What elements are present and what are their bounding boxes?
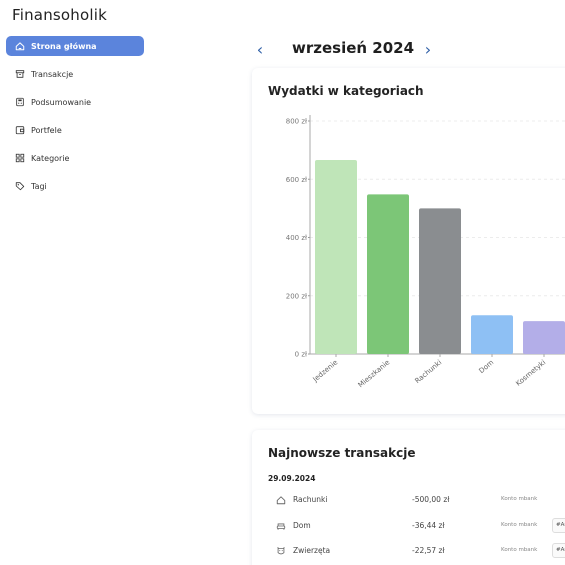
month-selector: ‹ wrzesień 2024 › [252, 38, 432, 62]
calculator-icon [14, 97, 25, 108]
sidebar-item-label: Transakcje [31, 69, 74, 79]
sidebar-item-label: Tagi [31, 181, 47, 191]
expenses-bar-chart: 0 zł 200 zł 400 zł 600 zł 800 zł Jedzenie Mies… [286, 115, 565, 389]
chart-bar [523, 321, 565, 354]
chevron-right-icon[interactable]: › [420, 40, 436, 60]
recent-transactions-card: Najnowsze transakcje 29.09.2024 Rachunki… [252, 430, 565, 565]
sidebar-item-label: Podsumowanie [31, 97, 92, 107]
y-tick-label: 600 zł [286, 176, 307, 184]
transactions-date: 29.09.2024 [268, 474, 316, 483]
transaction-amount: -500,00 zł [412, 495, 450, 504]
sidebar-item-kategorie[interactable]: Kategorie [6, 148, 144, 168]
grid-icon [14, 153, 25, 164]
sidebar-item-transakcje[interactable]: Transakcje [6, 64, 144, 84]
transaction-account: Konto mbank [501, 522, 538, 528]
transaction-account: Konto mbank [501, 496, 538, 502]
table-row[interactable]: Dom -36,44 zł Konto mbank #An [252, 516, 565, 536]
transaction-category: Dom [293, 521, 311, 530]
y-tick-label: 800 zł [286, 118, 307, 126]
expenses-by-category-card: Wydatki w kategoriach 0 zł 200 zł 400 zł 60… [252, 68, 565, 414]
transactions-card-title: Najnowsze transakcje [268, 446, 416, 460]
x-tick-label: Mieszkanie [357, 358, 392, 389]
x-tick-label: Jedzenie [311, 358, 339, 384]
sidebar-item-portfele[interactable]: Portfele [6, 120, 144, 140]
table-row[interactable]: Rachunki -500,00 zł Konto mbank [252, 490, 565, 510]
transaction-tag[interactable]: #An [552, 543, 565, 558]
chart-bar [471, 315, 513, 354]
sofa-icon [276, 521, 286, 531]
transaction-amount: -36,44 zł [412, 521, 445, 530]
sidebar-nav: Strona główna Transakcje Podsumowanie Po… [6, 36, 144, 204]
sidebar-item-strona-glowna[interactable]: Strona główna [6, 36, 144, 56]
sidebar-item-label: Strona główna [31, 41, 97, 51]
home-icon [276, 495, 286, 505]
box-icon [14, 69, 25, 80]
sidebar-item-podsumowanie[interactable]: Podsumowanie [6, 92, 144, 112]
y-tick-label: 200 zł [286, 292, 307, 300]
tag-icon [14, 181, 25, 192]
home-icon [14, 41, 25, 52]
sidebar-item-label: Kategorie [31, 153, 70, 163]
chart-bar [315, 160, 357, 354]
transaction-amount: -22,57 zł [412, 546, 445, 555]
transaction-category: Zwierzęta [293, 546, 331, 555]
y-tick-label: 400 zł [286, 234, 307, 242]
pet-icon [276, 546, 286, 556]
transaction-tag[interactable]: #An [552, 518, 565, 533]
month-title: wrzesień 2024 [292, 39, 415, 57]
wallet-icon [14, 125, 25, 136]
x-tick-label: Dom [478, 358, 496, 375]
x-tick-label: Kosmetyki [514, 358, 547, 387]
chart-bar [419, 208, 461, 354]
transaction-category: Rachunki [293, 495, 328, 504]
chart-bar [367, 194, 409, 354]
sidebar-item-label: Portfele [31, 125, 62, 135]
y-tick-label: 0 zł [295, 351, 307, 359]
x-tick-label: Rachunki [414, 358, 444, 385]
transaction-account: Konto mbank [501, 547, 538, 553]
sidebar-item-tagi[interactable]: Tagi [6, 176, 144, 196]
chevron-left-icon[interactable]: ‹ [252, 40, 268, 60]
table-row[interactable]: Zwierzęta -22,57 zł Konto mbank #An [252, 541, 565, 561]
app-logo[interactable]: Finansoholik [12, 6, 107, 24]
